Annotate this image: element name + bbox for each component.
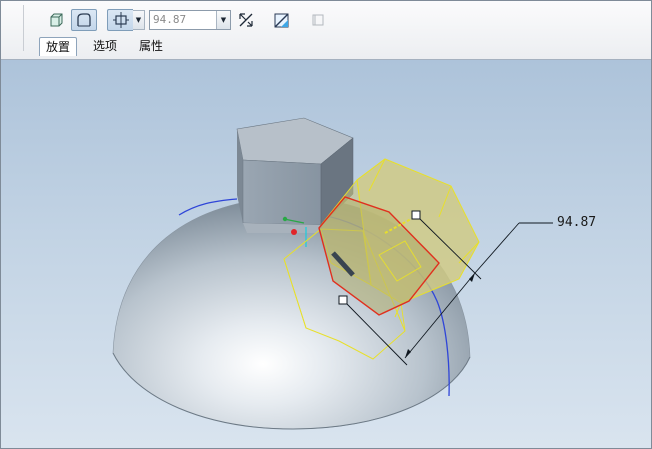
- start-drag-handle[interactable]: [338, 295, 348, 305]
- depth-value-text[interactable]: 94.87: [153, 13, 186, 26]
- remove-material-icon: [274, 13, 289, 28]
- model-scene: [112, 117, 553, 430]
- dashboard-divider: [23, 5, 24, 51]
- depth-option-button[interactable]: [107, 9, 133, 31]
- solid-button[interactable]: [45, 9, 67, 31]
- window-frame: ▼ 94.87 ▼ 放置 选项 属性 94.87: [0, 0, 652, 449]
- depth-value-combo[interactable]: 94.87 ▼: [149, 10, 231, 30]
- depth-option-dropdown[interactable]: ▼: [133, 10, 145, 30]
- graphics-viewport[interactable]: 94.87: [1, 60, 651, 448]
- depth-value-dropdown[interactable]: ▼: [216, 11, 230, 29]
- surface-icon: [77, 13, 91, 27]
- depth-drag-handle[interactable]: [411, 210, 421, 220]
- tab-placement[interactable]: 放置: [39, 37, 78, 56]
- tab-options[interactable]: 选项: [87, 37, 123, 55]
- thicken-icon: [312, 14, 324, 26]
- depth-dimension-label[interactable]: 94.87: [557, 215, 596, 230]
- remove-material-button[interactable]: [269, 9, 293, 31]
- solid-cube-icon: [50, 13, 63, 27]
- dashboard-tabs: 放置 选项 属性: [39, 37, 179, 56]
- extrude-dashboard: ▼ 94.87 ▼ 放置 选项 属性: [1, 1, 651, 60]
- tab-properties[interactable]: 属性: [133, 37, 169, 55]
- thicken-button[interactable]: [307, 9, 329, 31]
- blind-depth-icon: [112, 12, 129, 28]
- flip-direction-button[interactable]: [235, 9, 257, 31]
- flip-direction-icon: [239, 13, 253, 27]
- surface-button[interactable]: [71, 9, 97, 31]
